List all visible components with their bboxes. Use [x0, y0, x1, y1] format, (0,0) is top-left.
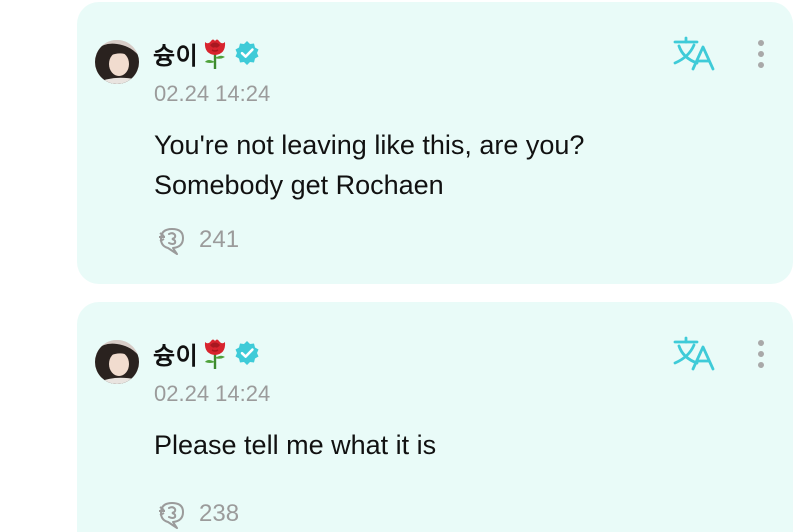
- verified-badge-icon: [234, 340, 260, 366]
- rose-icon: [200, 36, 230, 70]
- post-card[interactable]: 슝이 02.24 14:24 You're not leaving like t…: [77, 2, 793, 284]
- comment-count: 241: [199, 226, 240, 253]
- more-vertical-icon: [749, 340, 773, 377]
- comment-count: 238: [199, 500, 240, 527]
- post-text-line: Somebody get Rochaen: [154, 170, 444, 200]
- translate-button[interactable]: [673, 336, 715, 372]
- comment-count-button[interactable]: 241: [155, 224, 239, 256]
- author-name[interactable]: 슝이: [153, 336, 198, 371]
- more-vertical-icon: [749, 40, 773, 77]
- post-text-line: Please tell me what it is: [154, 430, 437, 460]
- comment-icon: [155, 498, 189, 530]
- post-text: Please tell me what it is: [154, 425, 436, 465]
- post-timestamp: 02.24 14:24: [154, 381, 271, 406]
- author-row: 슝이: [153, 36, 260, 70]
- author-name[interactable]: 슝이: [153, 36, 198, 71]
- feed: 슝이 02.24 14:24 You're not leaving like t…: [0, 0, 801, 532]
- comment-icon: [155, 224, 189, 256]
- more-options-button[interactable]: [749, 37, 773, 73]
- translate-icon: [673, 36, 715, 76]
- author-avatar[interactable]: [95, 340, 139, 384]
- post-text-line: You're not leaving like this, are you?: [154, 130, 585, 160]
- rose-icon: [200, 336, 230, 370]
- post-card[interactable]: 슝이 02.24 14:24 Please tell me what it is…: [77, 302, 793, 532]
- author-row: 슝이: [153, 336, 260, 370]
- post-timestamp: 02.24 14:24: [154, 81, 271, 106]
- post-text: You're not leaving like this, are you? S…: [154, 125, 584, 205]
- verified-badge-icon: [234, 40, 260, 66]
- author-avatar[interactable]: [95, 40, 139, 84]
- comment-count-button[interactable]: 238: [155, 498, 239, 530]
- more-options-button[interactable]: [749, 337, 773, 373]
- translate-icon: [673, 336, 715, 376]
- translate-button[interactable]: [673, 36, 715, 72]
